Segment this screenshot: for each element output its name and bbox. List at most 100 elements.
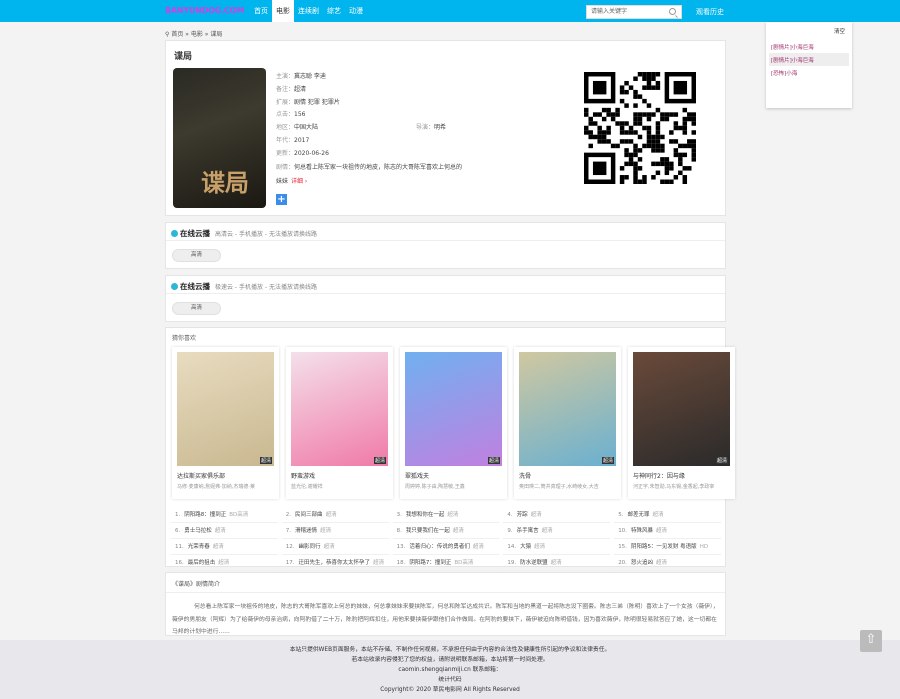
- rank-number: 16.: [175, 560, 184, 566]
- more-link[interactable]: 详细 ›: [291, 178, 307, 185]
- history-item[interactable]: [剧情片]小海巨海: [769, 40, 849, 53]
- info-label: 点击：: [276, 111, 295, 119]
- quality-badge: 超清: [487, 457, 500, 464]
- history-button[interactable]: 观看历史: [696, 7, 724, 17]
- ranking-item[interactable]: 20. 怒火追凶 超清: [614, 555, 721, 571]
- ranking-item[interactable]: 15. 阴阳路5：一见发财 粤语版 HD: [614, 539, 721, 555]
- movie-card-title[interactable]: 达拉斯买家俱乐部: [177, 471, 274, 480]
- rank-title[interactable]: 阴阳路7：撞到正: [409, 560, 451, 566]
- ranking-item[interactable]: 11. 光荣青春 超清: [171, 539, 278, 555]
- rank-title[interactable]: 我想和你在一起: [406, 512, 445, 518]
- ranking-item[interactable]: 7. 滑稽迷情 超清: [281, 523, 389, 539]
- rank-tag: 超清: [655, 528, 667, 534]
- rank-number: 4.: [507, 512, 513, 518]
- play-icon: [171, 283, 178, 290]
- rank-title[interactable]: 大猿: [520, 544, 531, 550]
- info-value: 2020-06-26: [294, 149, 329, 157]
- ranking-item[interactable]: 19. 防水逆联盟 超清: [503, 555, 611, 571]
- rank-title[interactable]: 我只要我们在一起: [406, 528, 450, 534]
- ranking-item[interactable]: 4. 芳踪 超清: [503, 507, 611, 523]
- ranking-item[interactable]: 18. 阴阳路7：撞到正 BD高清: [392, 555, 500, 571]
- nav-item[interactable]: 动漫: [345, 0, 367, 22]
- rank-tag: 超清: [534, 544, 546, 550]
- rank-title[interactable]: 幽影同行: [299, 544, 321, 550]
- rank-title[interactable]: 民间三部曲: [295, 512, 323, 518]
- info-row: 点击：156: [276, 109, 576, 122]
- info-value: 剧情 犯罪 犯罪片: [294, 98, 340, 106]
- ranking-item[interactable]: 13. 活着归心：传说的勇者们 超清: [392, 539, 500, 555]
- breadcrumb-current: 谍局: [210, 31, 223, 38]
- info-row: 备注：超清: [276, 84, 576, 97]
- rank-number: 10.: [618, 528, 627, 534]
- rank-title[interactable]: 最后的狙击: [188, 560, 216, 566]
- ranking-item[interactable]: 14. 大猿 超清: [503, 539, 611, 555]
- ranking-item[interactable]: 8. 我只要我们在一起 超清: [392, 523, 500, 539]
- breadcrumb-home[interactable]: 首页: [171, 31, 183, 38]
- movie-cover[interactable]: 谍局: [173, 68, 266, 208]
- movie-card-title[interactable]: 洗骨: [519, 471, 616, 480]
- ranking-item[interactable]: 12. 幽影同行 超清: [281, 539, 389, 555]
- rank-number: 5.: [618, 512, 624, 518]
- rank-title[interactable]: 光荣青春: [188, 544, 210, 550]
- ranking-item[interactable]: 1. 阴阳路8：撞到正 BD高清: [171, 507, 278, 523]
- search-icon[interactable]: [669, 8, 676, 15]
- ranking-item[interactable]: 17. 迁田先生，恭喜你太太怀孕了 超清: [281, 555, 389, 571]
- site-logo[interactable]: BANYUNDOG.COM: [165, 6, 244, 15]
- nav-item[interactable]: 电影: [272, 0, 294, 22]
- movie-poster[interactable]: 超清: [177, 352, 274, 466]
- nav-item[interactable]: 连续剧: [294, 0, 323, 22]
- ranking-item[interactable]: 5. 邮差无罪 超清: [614, 507, 721, 523]
- info-row: 主演：冀志聪 李迪: [276, 71, 576, 84]
- history-item[interactable]: [剧情片]小海巨海: [769, 53, 849, 66]
- rank-title[interactable]: 迁田先生，恭喜你太太怀孕了: [299, 560, 371, 566]
- rank-title[interactable]: 杀手寓言: [517, 528, 539, 534]
- rank-title[interactable]: 滑稽迷情: [295, 528, 317, 534]
- rank-title[interactable]: 活着归心：传说的勇者们: [409, 544, 470, 550]
- ranking-item[interactable]: 3. 我想和你在一起 超清: [392, 507, 500, 523]
- add-plus-icon[interactable]: +: [276, 194, 287, 205]
- location-pin-icon: ⚲: [165, 31, 170, 38]
- back-to-top-button[interactable]: ⇧: [860, 630, 882, 652]
- rank-number: 6.: [175, 528, 181, 534]
- info-value: 明希: [434, 124, 447, 132]
- movie-card[interactable]: 超清 野蛮游戏 蓝光伦,谢耀祥: [286, 347, 393, 499]
- movie-card[interactable]: 超清翠狐戏夫周婷婷,陈子由,陶慧敏,王鑫: [400, 347, 507, 499]
- movie-poster[interactable]: 超清: [633, 352, 730, 466]
- rank-title[interactable]: 怒火追凶: [631, 560, 653, 566]
- movie-poster[interactable]: 超清: [291, 352, 388, 466]
- clear-history-button[interactable]: 清空: [769, 27, 849, 35]
- ranking-item[interactable]: 6. 勇士马拉松 超清: [171, 523, 278, 539]
- nav-item[interactable]: 首页: [250, 0, 272, 22]
- movie-poster[interactable]: 超清: [519, 352, 616, 466]
- rank-tag: 超清: [325, 512, 337, 518]
- rank-title[interactable]: 阴阳路5：一见发财 粤语版: [631, 544, 697, 550]
- play-episode-button[interactable]: 高清: [172, 249, 221, 262]
- info-row: 年代：2017: [276, 135, 576, 148]
- nav-item[interactable]: 综艺: [323, 0, 345, 22]
- ranking-item[interactable]: 9. 杀手寓言 超清: [503, 523, 611, 539]
- rank-title[interactable]: 勇士马拉松: [184, 528, 212, 534]
- movie-card-title[interactable]: 翠狐戏夫: [405, 471, 502, 480]
- rank-number: 15.: [618, 544, 627, 550]
- play-episode-button[interactable]: 高清: [172, 302, 221, 315]
- ranking-item[interactable]: 16. 最后的狙击 超清: [171, 555, 278, 571]
- search-input[interactable]: 请输入关键字: [586, 5, 682, 19]
- rank-title[interactable]: 特殊风暴: [631, 528, 653, 534]
- ranking-item[interactable]: 2. 民间三部曲 超清: [281, 507, 389, 523]
- movie-card-title[interactable]: 与神同行2：因与缘: [633, 471, 730, 480]
- rank-number: 1.: [175, 512, 181, 518]
- history-item[interactable]: [恐怖]小海: [769, 66, 849, 79]
- movie-card[interactable]: 超清 达拉斯买家俱乐部 马修·麦康纳,詹妮弗·加纳,杰瑞德·莱: [172, 347, 279, 499]
- ranking-item[interactable]: 10. 特殊风暴 超清: [614, 523, 721, 539]
- movie-poster[interactable]: 超清: [405, 352, 502, 466]
- rank-title[interactable]: 防水逆联盟: [520, 560, 548, 566]
- movie-card-title[interactable]: 野蛮游戏: [291, 471, 388, 480]
- movie-card-actors: 周婷婷,陈子由,陶慧敏,王鑫: [405, 484, 465, 490]
- movie-card[interactable]: 超清 与神同行2：因与缘 河正宇,朱智勋,马东锡,金香起,李政宰: [628, 347, 735, 499]
- rank-title[interactable]: 邮差无罪: [627, 512, 649, 518]
- rank-title[interactable]: 阴阳路8：撞到正: [184, 512, 226, 518]
- movie-card[interactable]: 超清 洗骨 奥田瑛二,筒井真理子,水崎绫女,大吉: [514, 347, 621, 499]
- breadcrumb-category[interactable]: 电影: [191, 31, 203, 38]
- rank-number: 12.: [285, 544, 295, 550]
- rank-title[interactable]: 芳踪: [517, 512, 528, 518]
